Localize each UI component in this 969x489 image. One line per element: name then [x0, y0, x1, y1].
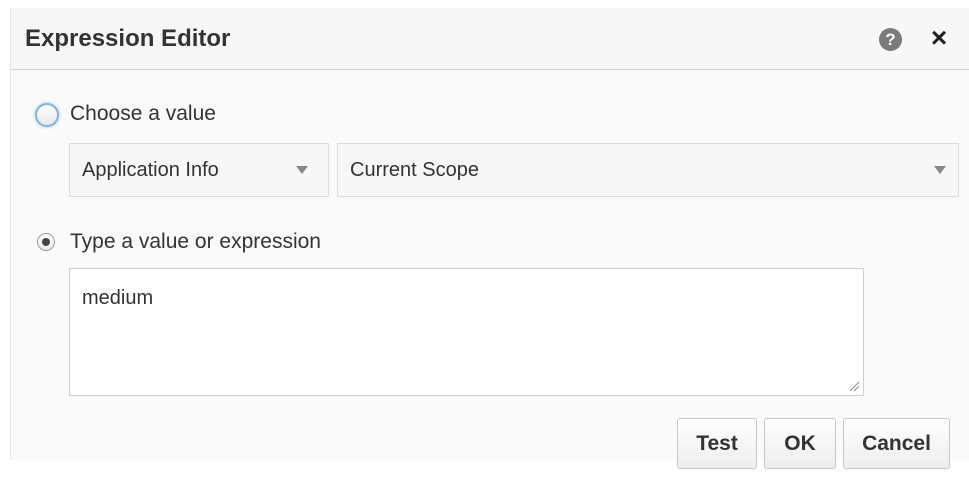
expression-value: medium [82, 287, 154, 309]
type-expression-radio[interactable] [37, 233, 55, 251]
help-icon[interactable]: ? [879, 28, 902, 51]
category-select-value: Application Info [82, 159, 219, 181]
expression-editor-dialog: Expression Editor ? × Choose a value App… [10, 8, 969, 469]
resize-grip-icon[interactable] [848, 380, 860, 392]
dialog-title: Expression Editor [25, 25, 231, 52]
dialog-title-bar: Expression Editor ? × [11, 8, 969, 70]
expression-textarea[interactable]: medium [69, 268, 864, 396]
cancel-button[interactable]: Cancel [843, 418, 950, 469]
choose-value-label: Choose a value [70, 102, 216, 125]
choose-value-radio[interactable] [35, 103, 59, 127]
scope-select[interactable]: Current Scope [337, 143, 959, 197]
type-expression-label: Type a value or expression [70, 230, 321, 253]
close-icon[interactable]: × [925, 24, 953, 52]
test-button[interactable]: Test [677, 418, 757, 469]
chevron-down-icon [934, 166, 946, 174]
scope-select-value: Current Scope [350, 159, 479, 181]
ok-button[interactable]: OK [764, 418, 836, 469]
category-select[interactable]: Application Info [69, 143, 329, 197]
chevron-down-icon [296, 166, 308, 174]
